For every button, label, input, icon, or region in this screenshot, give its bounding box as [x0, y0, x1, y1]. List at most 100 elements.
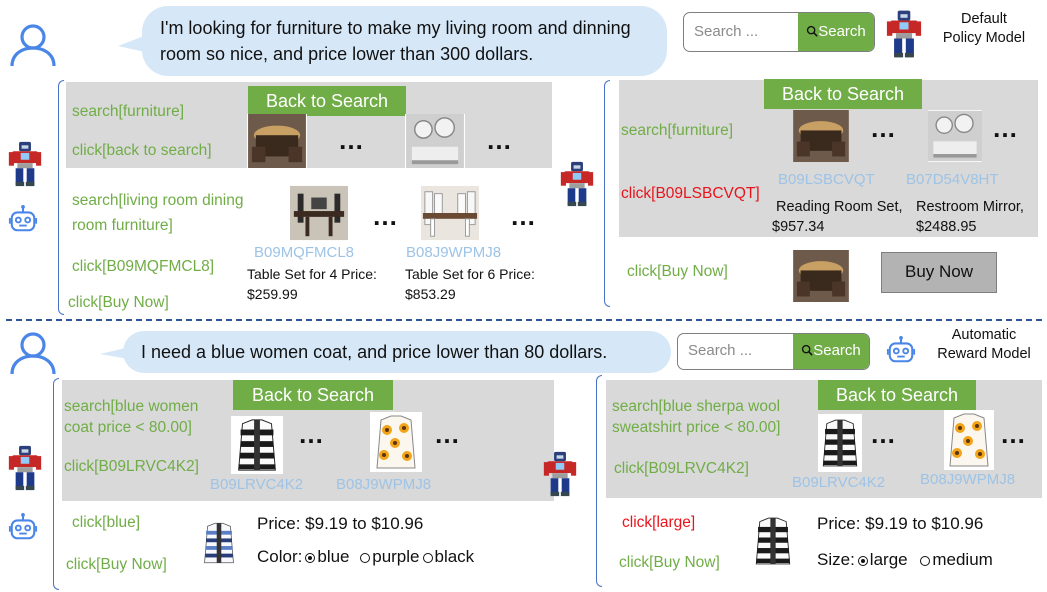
- option-value: medium: [932, 550, 993, 569]
- product-image-sunflower-coat: [370, 412, 422, 472]
- product-image-round-table: [793, 250, 849, 302]
- search-box[interactable]: Search ... Search: [677, 333, 870, 370]
- user-query-text: I'm looking for furniture to make my liv…: [160, 18, 631, 64]
- action-search-line1: search[blue sherpa wool: [612, 398, 781, 415]
- more-results-ellipsis: …: [338, 125, 366, 155]
- action-click-wrong: click[B09LSBCVQT]: [621, 185, 760, 202]
- product-image-striped-coat: [231, 416, 283, 474]
- product-description-line2: $259.99: [247, 286, 298, 302]
- action-click: click[Buy Now]: [627, 263, 728, 280]
- search-button-label: Search: [818, 23, 866, 40]
- action-search-line2: sweatshirt price < 80.00]: [612, 419, 781, 436]
- user-query-bubble: I'm looking for furniture to make my liv…: [142, 6, 667, 76]
- product-description-line2: $853.29: [405, 286, 456, 302]
- action-search-line2: room furniture]: [72, 217, 173, 234]
- product-description-line1: Table Set for 6 Price:: [405, 266, 535, 282]
- robot-policy-icon: [8, 442, 42, 494]
- product-asin: B08J9WPMJ8: [406, 244, 502, 261]
- radio-unselected[interactable]: [422, 552, 433, 563]
- robot-reward-icon: [8, 512, 38, 542]
- product-image-sunflower-coat: [944, 410, 994, 470]
- action-click: click[B09MQFMCL8]: [72, 258, 215, 275]
- product-asin: B09LSBCVQT: [778, 171, 875, 188]
- product-options: Color: blue purple black: [257, 547, 474, 567]
- robot-policy-icon: [886, 6, 922, 62]
- more-results-ellipsis: …: [510, 201, 538, 231]
- back-to-search-button[interactable]: Back to Search: [818, 380, 976, 410]
- user-query-text: I need a blue women coat, and price lowe…: [141, 342, 608, 362]
- radio-selected[interactable]: [857, 555, 868, 566]
- search-button[interactable]: Search: [798, 13, 874, 51]
- search-input[interactable]: Search ...: [688, 334, 752, 368]
- search-icon: [801, 344, 813, 356]
- product-asin: B08J9WPMJ8: [336, 476, 432, 493]
- action-search-line1: search[blue women: [64, 398, 199, 415]
- robot-reward-icon: [8, 204, 38, 234]
- product-description-line1: Table Set for 4 Price:: [247, 266, 377, 282]
- product-price: Price: $9.19 to $10.96: [817, 514, 984, 533]
- action-search: search[living room dining room furniture…: [72, 190, 243, 236]
- action-click: click[back to search]: [72, 142, 212, 159]
- option-label: Size:: [817, 550, 855, 569]
- product-asin: B09LRVC4K2: [210, 476, 304, 493]
- user-icon: [8, 22, 58, 68]
- product-description: Table Set for 4 Price: $259.99: [247, 264, 377, 304]
- bubble-tail: [100, 346, 134, 360]
- robot-policy-icon: [8, 138, 42, 190]
- action-search: search[furniture]: [621, 122, 733, 139]
- more-results-ellipsis: …: [870, 419, 898, 449]
- action-search: search[blue sherpa wool sweatshirt price…: [612, 396, 780, 438]
- action-click: click[Buy Now]: [619, 554, 720, 571]
- search-button-label: Search: [813, 342, 861, 359]
- option-label: Color:: [257, 547, 303, 566]
- product-options: Size: large medium: [817, 550, 993, 570]
- reward-model-label-line1: Automatic: [951, 327, 1017, 343]
- action-click: click[B09LRVC4K2]: [64, 458, 199, 475]
- action-click: click[Buy Now]: [66, 556, 167, 573]
- bubble-tail: [118, 32, 154, 54]
- product-description-line1: Restroom Mirror,: [916, 199, 1024, 215]
- radio-unselected[interactable]: [360, 552, 371, 563]
- user-query-bubble: I need a blue women coat, and price lowe…: [123, 331, 671, 373]
- search-box[interactable]: Search ... Search: [683, 12, 875, 52]
- search-icon: [806, 25, 818, 37]
- more-results-ellipsis: …: [298, 419, 326, 449]
- action-search: search[furniture]: [72, 103, 184, 120]
- more-results-ellipsis: …: [434, 419, 462, 449]
- product-asin: B08J9WPMJ8: [920, 471, 1016, 488]
- radio-selected[interactable]: [305, 552, 316, 563]
- section-divider: [6, 319, 1042, 321]
- reward-model-label-line2: Reward Model: [937, 346, 1031, 362]
- robot-policy-icon: [560, 158, 594, 210]
- action-search-line2: coat price < 80.00]: [64, 419, 192, 436]
- action-click: click[B09LRVC4K2]: [614, 460, 749, 477]
- more-results-ellipsis: …: [1000, 419, 1028, 449]
- back-to-search-button[interactable]: Back to Search: [248, 86, 406, 116]
- user-icon: [8, 330, 58, 376]
- product-image-striped-coat: [751, 509, 795, 573]
- action-search: search[blue women coat price < 80.00]: [64, 396, 198, 438]
- option-value: large: [869, 550, 908, 569]
- product-description: Table Set for 6 Price: $853.29: [405, 264, 535, 304]
- more-results-ellipsis: …: [372, 201, 400, 231]
- product-asin: B07D54V8HT: [906, 171, 999, 188]
- radio-unselected[interactable]: [920, 555, 931, 566]
- product-image-round-table: [793, 110, 849, 162]
- product-image-mirror: [928, 110, 982, 162]
- product-description: Restroom Mirror, $2488.95: [916, 197, 1024, 237]
- option-value: blue: [317, 547, 350, 566]
- search-button[interactable]: Search: [793, 334, 869, 369]
- buy-now-button[interactable]: Buy Now: [881, 252, 997, 293]
- action-click: click[blue]: [72, 514, 141, 531]
- policy-model-label-line2: Policy Model: [942, 30, 1026, 46]
- trajectory-bracket: [53, 378, 59, 590]
- robot-reward-icon: [886, 335, 916, 365]
- product-image-mirror: [405, 114, 465, 168]
- more-results-ellipsis: …: [870, 113, 898, 143]
- more-results-ellipsis: …: [992, 113, 1020, 143]
- action-search-line1: search[living room dining: [72, 192, 244, 209]
- back-to-search-button[interactable]: Back to Search: [233, 380, 393, 410]
- search-input[interactable]: Search ...: [694, 13, 758, 50]
- option-value: purple: [372, 547, 420, 566]
- back-to-search-button[interactable]: Back to Search: [764, 79, 922, 109]
